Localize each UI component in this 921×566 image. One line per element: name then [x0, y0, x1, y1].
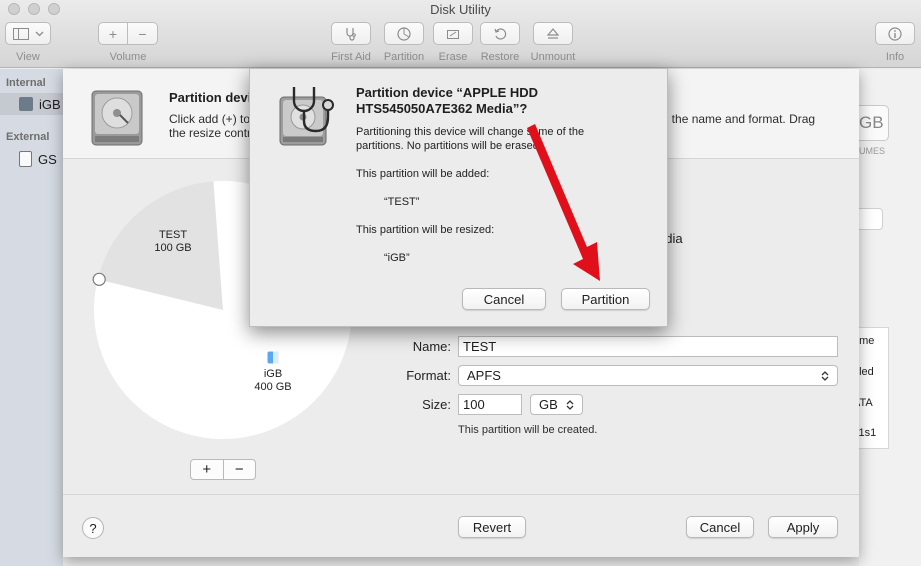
volumes-caption: UMES — [859, 146, 886, 156]
remove-volume-button[interactable]: − — [128, 22, 158, 45]
revert-button[interactable]: Revert — [458, 516, 526, 538]
format-value: APFS — [467, 368, 501, 383]
sidebar-heading-external: External — [6, 131, 50, 143]
pie-label-igb: iGB 400 GB — [245, 351, 301, 394]
volume-control: + − Volume — [98, 22, 158, 63]
sidebar-heading-internal: Internal — [6, 77, 46, 89]
partition-confirm-alert: Partition device “APPLE HDD HTS545050A7E… — [249, 68, 668, 327]
resized-partition-name: “iGB” — [384, 252, 410, 264]
slice-size: 400 GB — [254, 381, 292, 393]
view-button[interactable] — [5, 22, 51, 45]
sidebar: Internal iGB External GS — [0, 69, 63, 566]
help-button[interactable]: ? — [82, 517, 104, 539]
sidebar-item-gs[interactable]: GS — [0, 148, 63, 170]
info-button[interactable] — [875, 22, 915, 45]
sidebar-icon — [12, 27, 29, 40]
volume-label: Volume — [109, 51, 147, 63]
info-icon — [888, 26, 902, 41]
restore-icon — [494, 27, 507, 40]
first-aid-button[interactable] — [331, 22, 371, 45]
info-table: ume bled ATA k1s1 — [853, 327, 889, 449]
chevron-down-icon — [35, 31, 43, 36]
slice-name: TEST — [158, 229, 188, 241]
apply-button[interactable]: Apply — [768, 516, 838, 538]
slice-size: 100 GB — [154, 242, 192, 254]
detail-pane: GB UMES ume bled ATA k1s1 — [853, 69, 921, 566]
name-label: Name: — [412, 339, 451, 354]
volume-size-box: GB — [859, 105, 889, 141]
sheet-cancel-button[interactable]: Cancel — [686, 516, 754, 538]
pie-chart-icon — [397, 26, 411, 41]
remove-partition-button[interactable]: − — [222, 460, 256, 479]
size-unit-value: GB — [539, 397, 558, 412]
finder-icon — [267, 351, 279, 364]
partition-note: This partition will be created. — [458, 424, 598, 436]
add-volume-button[interactable]: + — [98, 22, 128, 45]
add-partition-button[interactable]: + — [191, 460, 223, 479]
toolbar: Disk Utility View + − Volume First Aid P… — [0, 0, 921, 68]
info-label: Info — [885, 51, 905, 63]
unmount-control[interactable]: Unmount — [528, 22, 578, 63]
unmount-button[interactable] — [533, 22, 573, 45]
window-title: Disk Utility — [430, 2, 491, 17]
first-aid-control[interactable]: First Aid — [330, 22, 372, 63]
internal-disk-icon — [19, 97, 33, 111]
alert-title: Partition device “APPLE HDD HTS545050A7E… — [356, 85, 539, 116]
alert-partition-button[interactable]: Partition — [561, 288, 650, 310]
hard-disk-icon — [91, 90, 143, 146]
first-aid-label: First Aid — [331, 51, 371, 63]
partition-add-remove: + − — [190, 459, 256, 480]
partition-toolbar-button[interactable] — [384, 22, 424, 45]
up-down-chevron-icon — [566, 399, 574, 410]
alert-cancel-button[interactable]: Cancel — [462, 288, 546, 310]
eraser-icon — [447, 29, 459, 39]
resize-handle[interactable] — [92, 272, 106, 286]
disk-utility-window: Disk Utility View + − Volume First Aid P… — [0, 0, 921, 566]
view-control[interactable]: View — [5, 22, 51, 63]
resized-heading: This partition will be resized: — [356, 224, 495, 236]
disk-first-aid-icon — [279, 87, 334, 146]
stethoscope-icon — [346, 27, 356, 41]
up-down-chevron-icon — [821, 370, 829, 381]
eject-icon — [546, 27, 560, 39]
format-label: Format: — [406, 368, 451, 383]
partition-size-input[interactable] — [458, 394, 522, 415]
added-partition-name: “TEST” — [384, 196, 420, 208]
sidebar-item-label: GS — [38, 151, 57, 167]
restore-control[interactable]: Restore — [478, 22, 522, 63]
view-label: View — [16, 51, 40, 63]
pie-label-test: TEST 100 GB — [145, 229, 201, 255]
partition-control[interactable]: Partition — [381, 22, 427, 63]
partition-label: Partition — [383, 51, 425, 63]
erase-control[interactable]: Erase — [432, 22, 474, 63]
size-label: Size: — [422, 397, 451, 412]
unmount-label: Unmount — [530, 51, 576, 63]
erase-button[interactable] — [433, 22, 473, 45]
erase-label: Erase — [438, 51, 468, 63]
added-heading: This partition will be added: — [356, 168, 490, 180]
slice-name: iGB — [263, 368, 283, 380]
restore-button[interactable] — [480, 22, 520, 45]
partition-name-input[interactable] — [458, 336, 838, 357]
alert-message: Partitioning this device will change som… — [356, 126, 585, 152]
format-select[interactable]: APFS — [458, 365, 838, 386]
sidebar-item-label: iGB — [39, 96, 61, 112]
detail-field — [859, 208, 883, 230]
info-control[interactable]: Info — [874, 22, 916, 63]
restore-label: Restore — [480, 51, 520, 63]
sidebar-item-igb[interactable]: iGB — [0, 93, 63, 115]
size-unit-select[interactable]: GB — [530, 394, 583, 415]
external-disk-icon — [19, 151, 32, 167]
